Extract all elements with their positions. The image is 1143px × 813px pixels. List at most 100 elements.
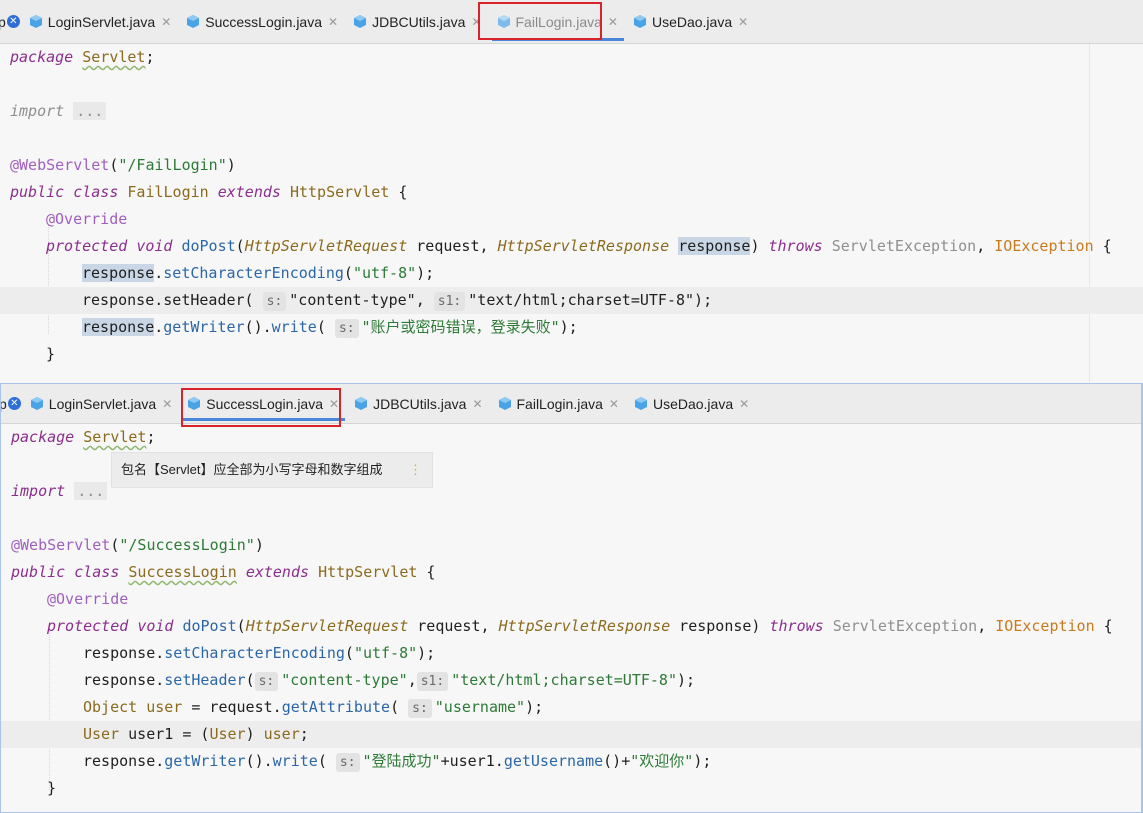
- code-line: package Servlet;: [0, 44, 1143, 71]
- punct: ,: [977, 617, 996, 635]
- close-icon[interactable]: ✕: [608, 15, 618, 29]
- expression: +user1.: [440, 752, 504, 770]
- string: "/FailLogin": [118, 156, 227, 174]
- close-icon[interactable]: ✕: [329, 397, 339, 411]
- keyword: throws: [769, 617, 824, 635]
- package-name: Servlet: [83, 428, 147, 446]
- close-icon[interactable]: ✕: [471, 15, 481, 29]
- exception-type: ServletException: [831, 237, 977, 255]
- method-call: setHeader: [164, 671, 246, 689]
- tab-jdbcutils[interactable]: JDBCUtils.java ✕: [347, 384, 490, 423]
- tooltip-text: 包名【Servlet】应全部为小写字母和数字组成: [121, 462, 383, 477]
- tab-successlogin[interactable]: SuccessLogin.java ✕: [179, 0, 346, 43]
- close-icon[interactable]: ✕: [6, 15, 20, 28]
- punct: ;: [146, 428, 156, 446]
- punct: (: [316, 318, 326, 336]
- close-icon[interactable]: ✕: [609, 397, 619, 411]
- expression: = request.: [182, 698, 282, 716]
- tab-loginservlet[interactable]: LoginServlet.java ✕: [22, 0, 179, 43]
- punct: );: [525, 698, 544, 716]
- selected-param: response: [678, 237, 751, 255]
- tab-successlogin[interactable]: SuccessLogin.java ✕: [180, 384, 347, 423]
- cast-type: User: [209, 725, 246, 743]
- close-icon[interactable]: ✕: [739, 397, 749, 411]
- folded-imports[interactable]: ...: [74, 482, 108, 500]
- code-line: public class SuccessLogin extends HttpSe…: [1, 559, 1141, 586]
- tab-label: JDBCUtils.java: [372, 13, 466, 30]
- java-class-icon: [188, 397, 201, 410]
- method-call: getWriter: [163, 318, 245, 336]
- punct: .: [154, 318, 164, 336]
- tab-loginservlet[interactable]: LoginServlet.java ✕: [23, 384, 180, 423]
- punct: (: [390, 698, 400, 716]
- keyword: throws: [768, 237, 823, 255]
- param-hint: s:: [254, 672, 279, 691]
- method-call: setCharacterEncoding: [163, 264, 344, 282]
- superclass: HttpServlet: [318, 563, 418, 581]
- punct: );: [559, 318, 578, 336]
- code-line: public class FailLogin extends HttpServl…: [0, 179, 1143, 206]
- folded-imports[interactable]: ...: [73, 102, 107, 120]
- keyword: public: [11, 563, 66, 581]
- method-call: getUsername: [503, 752, 604, 770]
- identifier: response: [82, 291, 155, 309]
- tab-usedao[interactable]: UseDao.java ✕: [626, 0, 756, 43]
- code-line: @Override: [1, 586, 1141, 613]
- close-icon[interactable]: ✕: [161, 15, 171, 29]
- tab-faillogin[interactable]: FailLogin.java ✕: [491, 384, 627, 423]
- type-name: Object: [83, 698, 138, 716]
- param-type: HttpServletResponse: [498, 617, 671, 635]
- java-class-icon: [30, 397, 43, 410]
- string: "content-type": [281, 671, 408, 689]
- tab-label: p: [1, 396, 7, 412]
- string: "utf-8": [353, 644, 418, 662]
- punct: {: [1094, 617, 1113, 635]
- package-name: Servlet: [82, 48, 146, 66]
- param-type: HttpServletResponse: [497, 237, 670, 255]
- tab-label: LoginServlet.java: [47, 13, 156, 30]
- annotation: @Override: [46, 210, 128, 228]
- punct: ,: [407, 671, 417, 689]
- tab-truncated[interactable]: p ✕: [1, 384, 23, 423]
- tab-truncated[interactable]: p ✕: [0, 0, 22, 43]
- keyword: import: [10, 102, 65, 120]
- code-line: package Servlet;: [1, 424, 1141, 451]
- punct: {: [417, 563, 436, 581]
- tab-usedao[interactable]: UseDao.java ✕: [627, 384, 757, 423]
- code-line-current: User user1 = (User) user;: [1, 721, 1141, 748]
- more-options-icon[interactable]: ⋮: [409, 453, 422, 487]
- code-editor[interactable]: package Servlet; import ... @WebServlet(…: [0, 44, 1143, 382]
- close-icon[interactable]: ✕: [7, 397, 21, 410]
- punct: }: [47, 779, 57, 797]
- code-line: @Override: [0, 206, 1143, 233]
- punct: ;: [145, 48, 155, 66]
- keyword: package: [11, 428, 75, 446]
- code-line: response.getWriter().write( s: "登陆成功"+use…: [1, 748, 1141, 775]
- expression: = (: [173, 725, 210, 743]
- close-icon[interactable]: ✕: [738, 15, 748, 29]
- close-icon[interactable]: ✕: [162, 397, 172, 411]
- punct: );: [676, 671, 696, 689]
- punct: .: [154, 264, 164, 282]
- java-class-icon: [634, 397, 647, 410]
- tab-jdbcutils[interactable]: JDBCUtils.java ✕: [346, 0, 489, 43]
- method-call: write: [272, 752, 318, 770]
- top-editor-pane: p ✕ LoginServlet.java ✕ SuccessLogin.jav…: [0, 0, 1143, 382]
- close-icon[interactable]: ✕: [328, 15, 338, 29]
- keyword: import: [11, 482, 66, 500]
- param-type: HttpServletRequest: [245, 617, 409, 635]
- keyword: package: [10, 48, 74, 66]
- punct: );: [417, 644, 436, 662]
- type-name: User: [83, 725, 120, 743]
- tab-faillogin[interactable]: FailLogin.java ✕: [490, 0, 626, 43]
- java-class-icon: [498, 397, 511, 410]
- code-line: response.setCharacterEncoding("utf-8");: [1, 640, 1141, 667]
- punct: );: [693, 752, 712, 770]
- punct: ): [750, 237, 769, 255]
- code-editor[interactable]: package Servlet; import ... @WebServlet(…: [1, 424, 1141, 812]
- exception-type: IOException: [994, 237, 1094, 255]
- close-icon[interactable]: ✕: [472, 397, 482, 411]
- class-name: FailLogin: [127, 183, 209, 201]
- tab-label: LoginServlet.java: [48, 395, 157, 412]
- keyword: class: [73, 183, 119, 201]
